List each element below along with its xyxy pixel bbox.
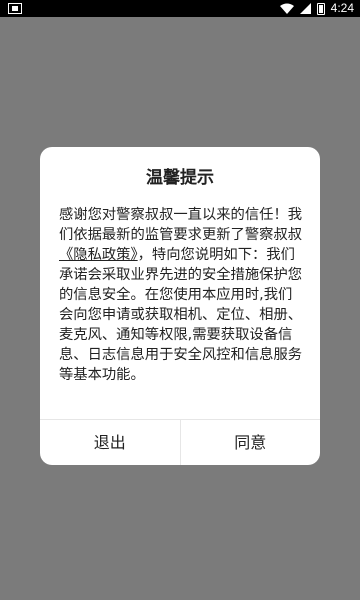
agree-button[interactable]: 同意 (179, 420, 321, 465)
privacy-dialog: 温馨提示 感谢您对警察叔叔一直以来的信任！我们依据最新的监管要求更新了警察叔叔《… (40, 147, 320, 465)
dialog-title: 温馨提示 (146, 168, 214, 188)
dialog-body-intro: 感谢您对警察叔叔一直以来的信任！我们依据最新的监管要求更新了警察叔叔 (59, 207, 303, 243)
battery-icon (316, 2, 325, 15)
status-bar: 4:24 (0, 0, 360, 17)
dialog-body-details: ，特向您说明如下：我们承诺会采取业界先进的安全措施保护您的信息安全。在您使用本应… (59, 247, 303, 383)
dialog-body: 感谢您对警察叔叔一直以来的信任！我们依据最新的监管要求更新了警察叔叔《隐私政策》… (59, 205, 304, 385)
dialog-button-row: 退出 同意 (40, 420, 320, 465)
notification-icon (8, 3, 22, 14)
signal-icon (299, 3, 311, 14)
exit-button[interactable]: 退出 (40, 420, 180, 465)
status-icons: 4:24 (279, 0, 354, 17)
privacy-policy-link[interactable]: 《隐私政策》 (59, 247, 138, 263)
status-time: 4:24 (330, 1, 354, 15)
wifi-icon (279, 3, 294, 14)
